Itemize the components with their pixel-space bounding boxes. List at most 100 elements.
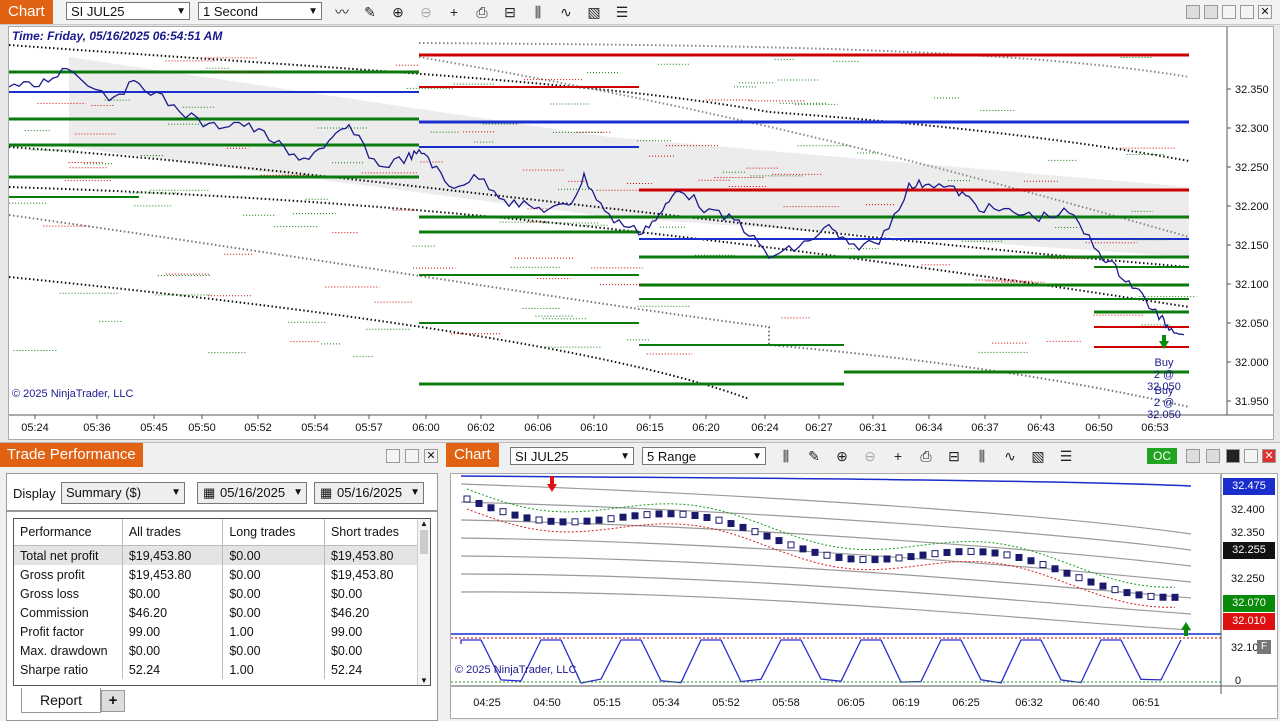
bottom-interval-select[interactable]: 5 Range ▼: [642, 447, 766, 465]
x-tick-label: 05:36: [83, 422, 111, 434]
y-tick-label: 32.150: [1235, 240, 1269, 252]
window-option2-button[interactable]: [1204, 5, 1218, 19]
scroll-up-icon[interactable]: ▲: [418, 519, 430, 528]
crosshair-icon[interactable]: +: [888, 446, 908, 466]
bottom-chart-tab[interactable]: Chart: [446, 443, 499, 467]
performance-table-frame: Performance All trades Long trades Short tr…: [13, 518, 431, 686]
table-row[interactable]: Sharpe ratio 52.24 1.00 52.24: [14, 660, 430, 679]
crosshair-icon[interactable]: +: [444, 2, 464, 22]
performance-table-panel: Performance All trades Long trades Short tr…: [6, 511, 438, 721]
column-header[interactable]: All trades: [122, 519, 224, 546]
candle: [499, 508, 507, 516]
templates-icon[interactable]: ▧: [584, 2, 604, 22]
column-header[interactable]: Performance: [14, 519, 123, 546]
display-select[interactable]: Summary ($) ▼: [61, 482, 185, 504]
bar-type-icon[interactable]: ⫼: [776, 446, 796, 466]
zoom-in-icon[interactable]: ⊕: [832, 446, 852, 466]
templates-icon[interactable]: ▧: [1028, 446, 1048, 466]
properties-list-icon[interactable]: ☰: [612, 2, 632, 22]
candle: [1159, 593, 1167, 601]
bottom-chart-panel[interactable]: 32.40032.35032.30032.25032.20032.15032.1…: [450, 473, 1278, 719]
indicators-icon[interactable]: ∿: [556, 2, 576, 22]
candle: [703, 513, 711, 521]
zoom-out-icon[interactable]: ⊖: [416, 2, 436, 22]
minimize-button[interactable]: [1226, 449, 1240, 463]
indicators-icon[interactable]: ∿: [1000, 446, 1020, 466]
column-header[interactable]: Short trades: [324, 519, 430, 546]
candle: [535, 516, 543, 524]
top-chart-titlebar: Chart SI JUL25 ▼ 1 Second ▼ 〰 ✎ ⊕ ⊖ + ⎙ ⊟ …: [0, 0, 1280, 25]
minimize-button[interactable]: [386, 449, 400, 463]
date-to-picker[interactable]: ▦ 05/16/2025 ▼: [314, 482, 424, 504]
window-option-button[interactable]: [1186, 449, 1200, 463]
table-row[interactable]: Gross loss $0.00 $0.00 $0.00: [14, 584, 430, 603]
top-price-chart[interactable]: 32.350 32.300 32.250 32.200 32.150 32.100 32.0…: [9, 27, 1273, 439]
strategies-icon[interactable]: ⫼: [972, 446, 992, 466]
close-button[interactable]: ✕: [424, 449, 438, 463]
table-cell: $19,453.80: [324, 565, 430, 584]
date-from-picker[interactable]: ▦ 05/16/2025 ▼: [197, 482, 307, 504]
properties-list-icon[interactable]: ☰: [1056, 446, 1076, 466]
draw-pencil-icon[interactable]: ✎: [360, 2, 380, 22]
table-scrollbar[interactable]: ▲ ▼: [417, 519, 430, 685]
maximize-button[interactable]: [1240, 5, 1254, 19]
display-label: Display: [13, 486, 56, 501]
x-tick-label: 04:25: [473, 697, 501, 709]
scroll-thumb[interactable]: [420, 530, 428, 554]
window-option2-button[interactable]: [1206, 449, 1220, 463]
add-tab-button[interactable]: +: [101, 690, 125, 712]
window-option-button[interactable]: [1186, 5, 1200, 19]
x-tick-label: 05:50: [188, 422, 216, 434]
candle: [931, 550, 939, 558]
top-chart-panel[interactable]: 32.350 32.300 32.250 32.200 32.150 32.100 32.0…: [8, 26, 1274, 440]
close-button[interactable]: ✕: [1258, 5, 1272, 19]
bottom-instrument-select[interactable]: SI JUL25 ▼: [510, 447, 634, 465]
candle: [847, 555, 855, 563]
table-cell: Commission: [14, 603, 123, 622]
table-row[interactable]: Gross profit $19,453.80 $0.00 $19,453.80: [14, 565, 430, 584]
top-chart-tab[interactable]: Chart: [0, 0, 53, 24]
top-instrument-select[interactable]: SI JUL25 ▼: [66, 2, 190, 20]
trade-performance-tab[interactable]: Trade Performance: [0, 443, 143, 467]
scroll-down-icon[interactable]: ▼: [418, 676, 430, 685]
candle: [727, 520, 735, 528]
table-cell: Total net profit: [14, 545, 123, 565]
candle: [1063, 569, 1071, 577]
maximize-button[interactable]: [405, 449, 419, 463]
table-row[interactable]: Total net profit $19,453.80 $0.00 $19,453.8…: [14, 545, 430, 565]
table-cell: $0.00: [222, 545, 325, 565]
candle: [475, 499, 483, 507]
top-interval-select[interactable]: 1 Second ▼: [198, 2, 322, 20]
panel-f-button[interactable]: F: [1257, 640, 1271, 654]
data-box-icon[interactable]: ⎙: [916, 446, 936, 466]
table-cell: $19,453.80: [324, 545, 430, 565]
zoom-in-icon[interactable]: ⊕: [388, 2, 408, 22]
draw-pencil-icon[interactable]: ✎: [804, 446, 824, 466]
table-row[interactable]: Commission $46.20 $0.00 $46.20: [14, 603, 430, 622]
strategies-icon[interactable]: ⫼: [528, 2, 548, 22]
candle: [1111, 586, 1119, 594]
maximize-button[interactable]: [1244, 449, 1258, 463]
data-box-icon[interactable]: ⎙: [472, 2, 492, 22]
minimize-button[interactable]: [1222, 5, 1236, 19]
x-tick-label: 06:51: [1132, 697, 1160, 709]
report-tab[interactable]: Report: [21, 688, 101, 713]
candle: [1051, 565, 1059, 573]
column-header[interactable]: Long trades: [222, 519, 325, 546]
zoom-out-icon[interactable]: ⊖: [860, 446, 880, 466]
bar-type-icon[interactable]: 〰: [332, 2, 352, 22]
candle: [955, 548, 963, 556]
oc-button[interactable]: OC: [1147, 448, 1177, 464]
y-tick-label: 32.200: [1235, 201, 1269, 213]
chart-trader-icon[interactable]: ⊟: [500, 2, 520, 22]
table-row[interactable]: Max. drawdown $0.00 $0.00 $0.00: [14, 641, 430, 660]
table-row[interactable]: Profit factor 99.00 1.00 99.00: [14, 622, 430, 641]
bottom-range-chart[interactable]: 32.40032.35032.30032.25032.20032.15032.1…: [451, 474, 1277, 718]
candle: [979, 548, 987, 556]
price-box-mid: 32.255: [1223, 542, 1275, 559]
close-button[interactable]: ✕: [1262, 449, 1276, 463]
table-cell: $0.00: [122, 584, 224, 603]
chart-trader-icon[interactable]: ⊟: [944, 446, 964, 466]
table-cell: $0.00: [222, 565, 325, 584]
candle: [715, 516, 723, 524]
